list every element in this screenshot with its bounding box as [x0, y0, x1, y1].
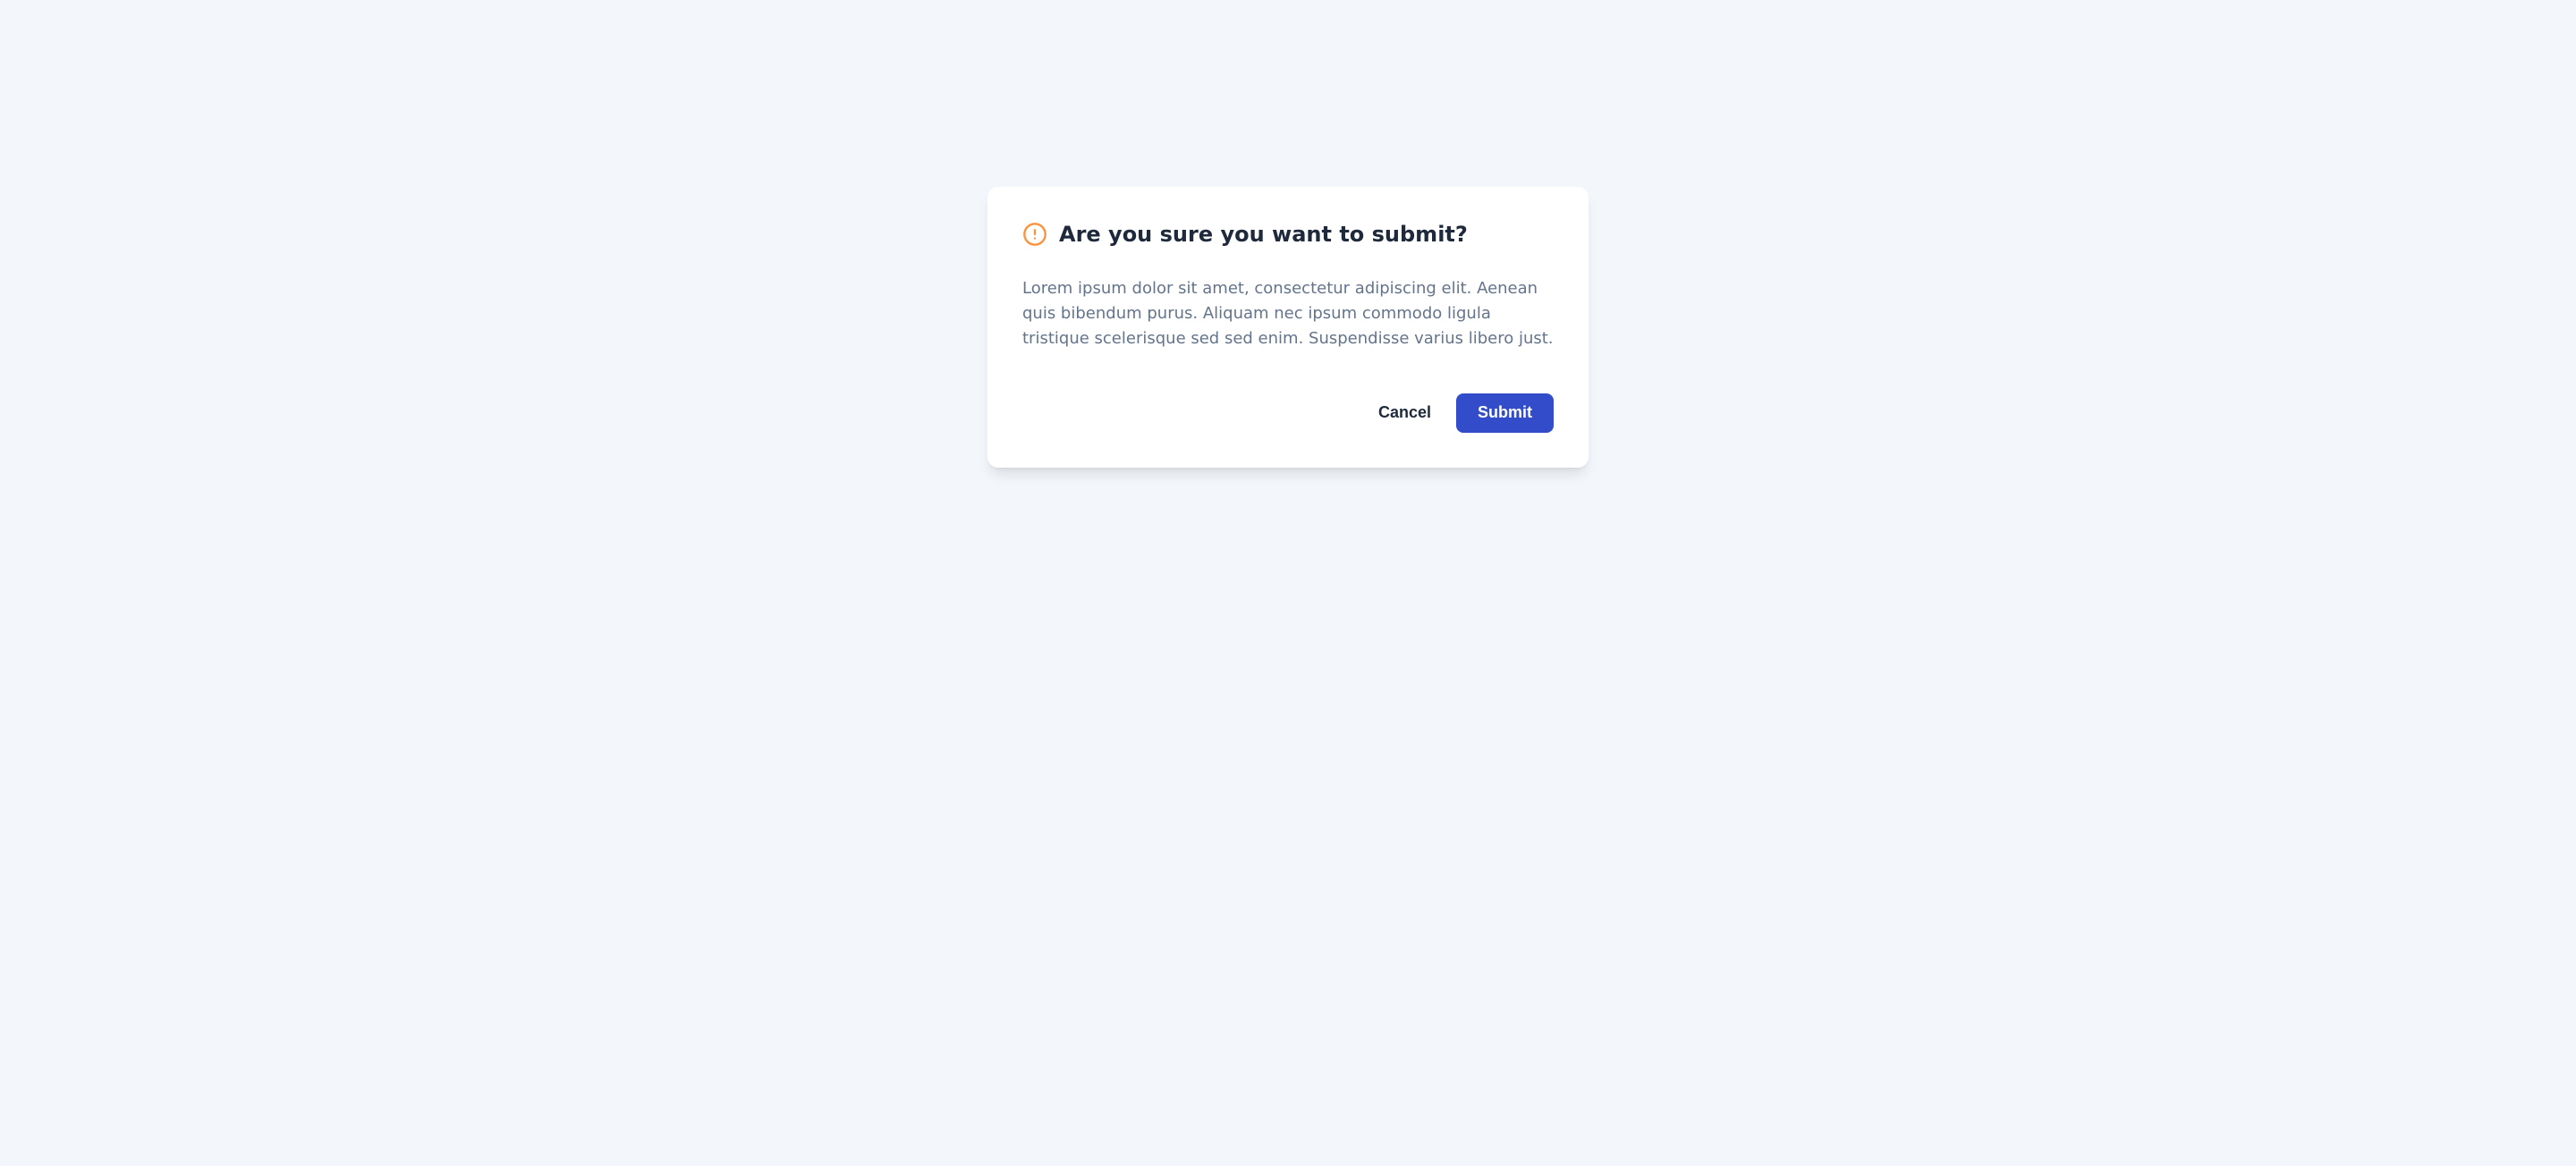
modal-header: Are you sure you want to submit? — [1022, 222, 1554, 248]
modal-title: Are you sure you want to submit? — [1059, 222, 1468, 248]
page-container: Are you sure you want to submit? Lorem i… — [0, 0, 2576, 468]
cancel-button[interactable]: Cancel — [1364, 393, 1445, 433]
alert-circle-icon — [1022, 222, 1047, 247]
modal-footer: Cancel Submit — [1022, 393, 1554, 433]
modal-body-text: Lorem ipsum dolor sit amet, consectetur … — [1022, 276, 1554, 351]
submit-button[interactable]: Submit — [1456, 393, 1554, 433]
confirmation-modal: Are you sure you want to submit? Lorem i… — [987, 187, 1589, 468]
